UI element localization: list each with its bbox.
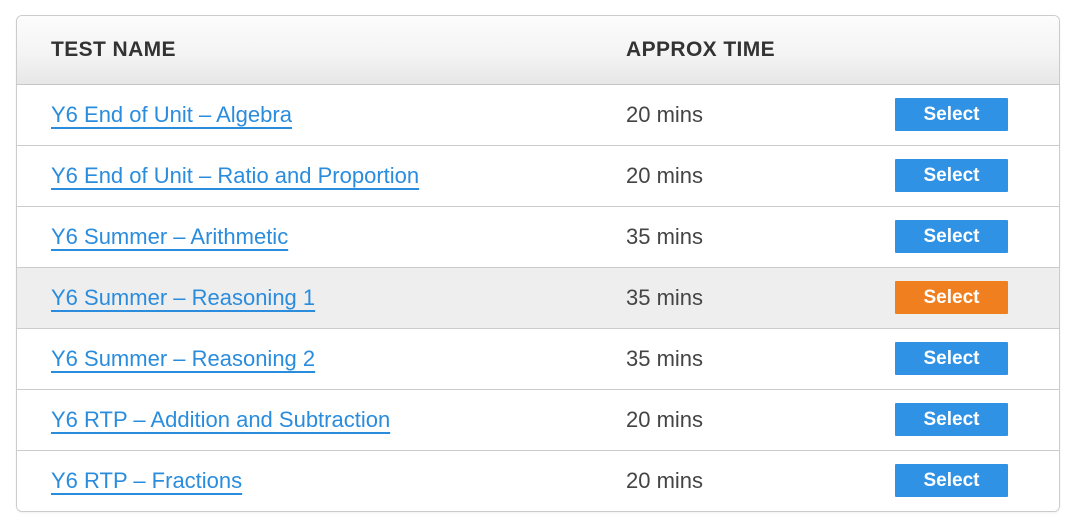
approx-time-value: 35 mins xyxy=(626,284,704,310)
table-row[interactable]: Y6 End of Unit – Ratio and Proportion 20 … xyxy=(17,144,1059,206)
table-body: Y6 End of Unit – Algebra 20 mins Select Y6 … xyxy=(17,84,1059,511)
table-header: TEST NAME APPROX TIME xyxy=(17,16,1059,85)
approx-time-cell: 35 mins xyxy=(571,266,841,328)
test-name-link[interactable]: Y6 Summer – Reasoning 1 xyxy=(51,285,315,310)
action-cell: Select xyxy=(841,266,1059,328)
test-list-panel: TEST NAME APPROX TIME Y6 End of Unit – A… xyxy=(16,15,1060,512)
test-name-cell: Y6 Summer – Reasoning 2 xyxy=(17,327,571,389)
action-cell: Select xyxy=(841,388,1059,450)
approx-time-value: 20 mins xyxy=(626,467,704,493)
approx-time-value: 35 mins xyxy=(626,223,704,249)
approx-time-cell: 20 mins xyxy=(571,388,841,450)
page-root: TEST NAME APPROX TIME Y6 End of Unit – A… xyxy=(0,0,1076,532)
column-header-test-name: TEST NAME xyxy=(17,16,571,85)
table-row[interactable]: Y6 Summer – Reasoning 2 35 mins Select xyxy=(17,327,1059,389)
test-name-link[interactable]: Y6 RTP – Fractions xyxy=(51,468,242,493)
action-cell: Select xyxy=(841,84,1059,145)
approx-time-value: 20 mins xyxy=(626,406,704,432)
test-list-table: TEST NAME APPROX TIME Y6 End of Unit – A… xyxy=(17,16,1059,511)
action-cell: Select xyxy=(841,144,1059,206)
test-name-link[interactable]: Y6 Summer – Arithmetic xyxy=(51,224,288,249)
column-header-approx-time: APPROX TIME xyxy=(571,16,841,85)
approx-time-cell: 35 mins xyxy=(571,327,841,389)
table-row[interactable]: Y6 Summer – Arithmetic 35 mins Select xyxy=(17,205,1059,267)
action-cell: Select xyxy=(841,449,1059,511)
test-name-cell: Y6 Summer – Reasoning 1 xyxy=(17,266,571,328)
test-name-link[interactable]: Y6 End of Unit – Algebra xyxy=(51,102,292,127)
action-cell: Select xyxy=(841,327,1059,389)
approx-time-value: 20 mins xyxy=(626,101,704,127)
approx-time-cell: 35 mins xyxy=(571,205,841,267)
select-button[interactable]: Select xyxy=(895,220,1008,253)
test-name-cell: Y6 RTP – Fractions xyxy=(17,449,571,511)
column-header-action xyxy=(841,16,1059,85)
table-row[interactable]: Y6 RTP – Addition and Subtraction 20 mins… xyxy=(17,388,1059,450)
table-row[interactable]: Y6 RTP – Fractions 20 mins Select xyxy=(17,449,1059,511)
select-button[interactable]: Select xyxy=(895,403,1008,436)
test-name-cell: Y6 Summer – Arithmetic xyxy=(17,205,571,267)
test-name-link[interactable]: Y6 Summer – Reasoning 2 xyxy=(51,346,315,371)
test-name-cell: Y6 End of Unit – Ratio and Proportion xyxy=(17,144,571,206)
select-button[interactable]: Select xyxy=(895,342,1008,375)
test-name-cell: Y6 RTP – Addition and Subtraction xyxy=(17,388,571,450)
approx-time-cell: 20 mins xyxy=(571,449,841,511)
select-button[interactable]: Select xyxy=(895,464,1008,498)
select-button[interactable]: Select xyxy=(895,159,1008,192)
approx-time-cell: 20 mins xyxy=(571,144,841,206)
action-cell: Select xyxy=(841,205,1059,267)
approx-time-cell: 20 mins xyxy=(571,84,841,145)
test-name-cell: Y6 End of Unit – Algebra xyxy=(17,84,571,145)
table-row[interactable]: Y6 End of Unit – Algebra 20 mins Select xyxy=(17,84,1059,145)
test-name-link[interactable]: Y6 End of Unit – Ratio and Proportion xyxy=(51,163,419,188)
table-row[interactable]: Y6 Summer – Reasoning 1 35 mins Select xyxy=(17,266,1059,328)
select-button[interactable]: Select xyxy=(895,281,1008,314)
approx-time-value: 20 mins xyxy=(626,162,704,188)
select-button[interactable]: Select xyxy=(895,98,1008,131)
table-header-row: TEST NAME APPROX TIME xyxy=(17,16,1059,85)
test-name-link[interactable]: Y6 RTP – Addition and Subtraction xyxy=(51,407,390,432)
approx-time-value: 35 mins xyxy=(626,345,704,371)
